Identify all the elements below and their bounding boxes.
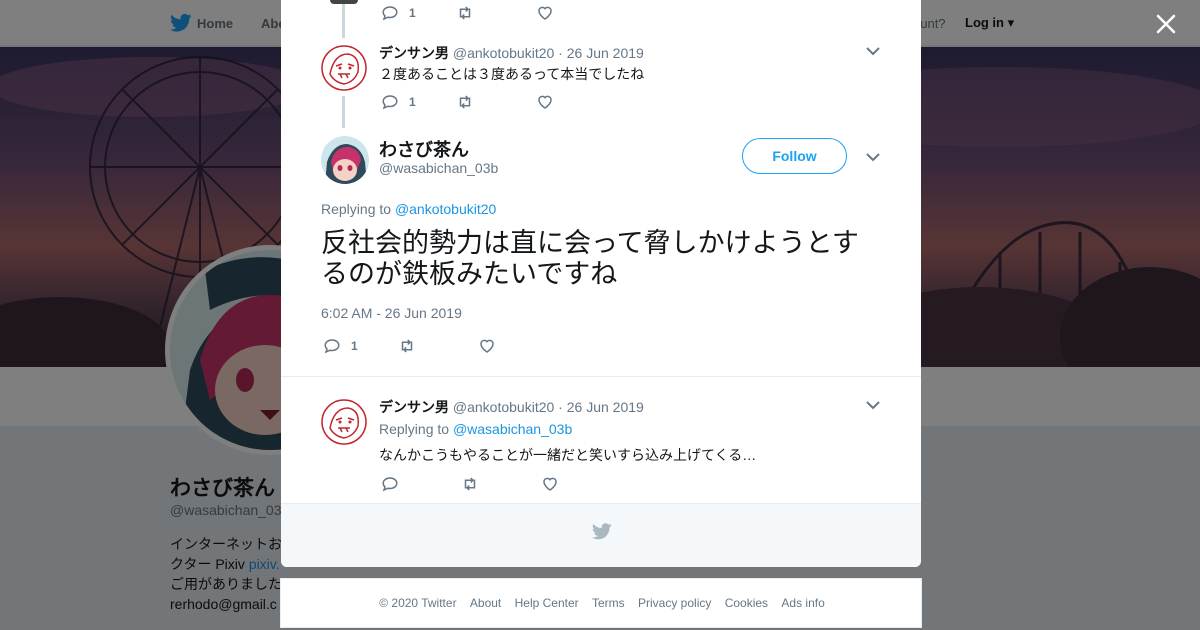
author-handle[interactable]: @ankotobukit20 <box>453 45 554 61</box>
retweet-button[interactable] <box>398 337 416 355</box>
tweet-text: 反社会的勢力は直に会って脅しかけようとするのが鉄板みたいですね <box>321 228 859 289</box>
heart-icon <box>537 95 552 109</box>
reply-icon <box>324 339 340 354</box>
author-name[interactable]: デンサン男 <box>379 45 449 61</box>
replying-to: Replying to @wasabichan_03b <box>379 421 572 437</box>
thread-line <box>342 0 345 38</box>
tweet-text: なんかこうもやることが一緒だと笑いすら込み上げてくる… <box>379 447 757 463</box>
close-icon[interactable] <box>1152 10 1180 38</box>
footer-ads-link[interactable]: Ads info <box>781 596 824 610</box>
avatar-drawing <box>320 398 368 446</box>
chevron-down-icon[interactable] <box>866 152 880 162</box>
retweet-button[interactable] <box>461 475 479 493</box>
follow-button[interactable]: Follow <box>742 138 847 174</box>
reply-icon <box>382 477 398 492</box>
tweet-date[interactable]: 26 Jun 2019 <box>567 399 644 415</box>
retweet-icon <box>464 477 476 491</box>
tweet-text: ２度あることは３度あるって本当でしたね <box>379 66 645 82</box>
tweet-header: デンサン男 @ankotobukit20 · 26 Jun 2019 <box>379 43 644 63</box>
author-avatar[interactable] <box>321 136 369 184</box>
tweet-timestamp[interactable]: 6:02 AM - 26 Jun 2019 <box>321 305 462 321</box>
heart-icon <box>479 339 494 353</box>
footer-copyright: © 2020 Twitter <box>379 596 457 610</box>
avatar[interactable] <box>320 398 368 446</box>
chevron-down-icon[interactable] <box>866 400 880 410</box>
reply-count: 1 <box>409 95 416 109</box>
tweet-actions: 1 <box>323 336 496 356</box>
retweet-button[interactable] <box>456 93 474 111</box>
reply-button[interactable] <box>381 475 399 493</box>
reply-count: 1 <box>409 6 416 20</box>
page-footer: © 2020 Twitter About Help Center Terms P… <box>280 578 922 628</box>
replying-to-label: Replying to <box>321 201 395 217</box>
like-button[interactable] <box>536 93 554 111</box>
retweet-button[interactable] <box>456 4 474 22</box>
twitter-bird-icon <box>592 523 612 540</box>
thread-line <box>342 96 345 128</box>
divider <box>281 376 921 377</box>
footer-privacy-link[interactable]: Privacy policy <box>638 596 711 610</box>
avatar-drawing <box>321 136 369 184</box>
retweet-icon <box>459 95 470 109</box>
dot-separator: · <box>558 399 563 415</box>
replying-to-label: Replying to <box>379 421 453 437</box>
reply-icon <box>382 95 398 110</box>
author-name[interactable]: わさび茶ん <box>379 136 469 162</box>
author-name[interactable]: デンサン男 <box>379 399 449 415</box>
author-handle[interactable]: @wasabichan_03b <box>379 160 498 176</box>
heart-icon <box>537 6 552 20</box>
reply-count: 1 <box>351 339 358 353</box>
dot-separator: · <box>558 45 563 61</box>
avatar[interactable] <box>320 44 368 92</box>
reply-icon <box>382 6 398 21</box>
replying-to-link[interactable]: @wasabichan_03b <box>453 421 572 437</box>
footer-cookies-link[interactable]: Cookies <box>725 596 768 610</box>
like-button[interactable] <box>541 475 559 493</box>
tweet-actions: 1 <box>381 3 554 23</box>
retweet-icon <box>459 6 470 20</box>
footer-terms-link[interactable]: Terms <box>592 596 625 610</box>
chevron-down-icon[interactable] <box>866 46 880 56</box>
previous-avatar-edge <box>330 0 358 4</box>
tweet-header: デンサン男 @ankotobukit20 · 26 Jun 2019 <box>379 397 644 417</box>
tweet-date[interactable]: 26 Jun 2019 <box>567 45 644 61</box>
tweet-actions: 1 <box>381 92 554 112</box>
retweet-icon <box>401 339 412 353</box>
replying-to-link[interactable]: @ankotobukit20 <box>395 201 496 217</box>
heart-icon <box>543 477 557 491</box>
reply-button[interactable]: 1 <box>381 4 416 22</box>
avatar-drawing <box>320 44 368 92</box>
tweet-actions <box>381 474 559 494</box>
footer-about-link[interactable]: About <box>470 596 501 610</box>
reply-button[interactable]: 1 <box>323 337 358 355</box>
like-button[interactable] <box>536 4 554 22</box>
reply-button[interactable]: 1 <box>381 93 416 111</box>
author-handle[interactable]: @ankotobukit20 <box>453 399 554 415</box>
like-button[interactable] <box>478 337 496 355</box>
replying-to: Replying to @ankotobukit20 <box>321 201 496 217</box>
footer-help-link[interactable]: Help Center <box>515 596 579 610</box>
